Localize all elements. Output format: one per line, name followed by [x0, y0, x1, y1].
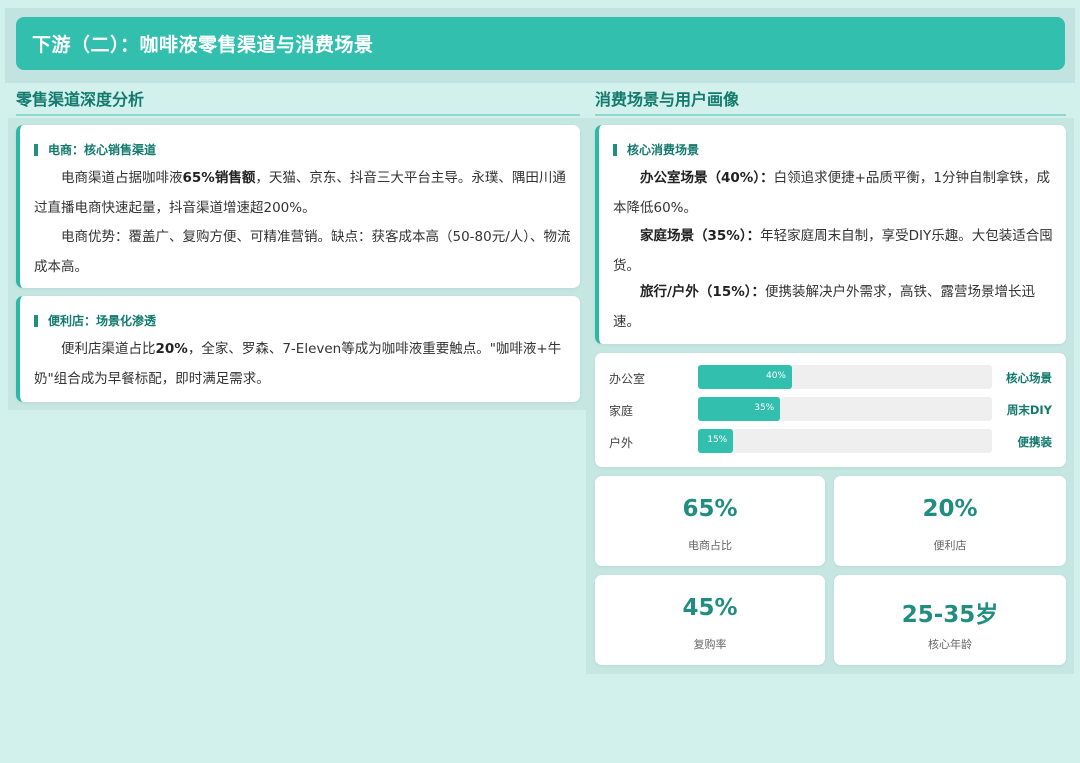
bar-row: 家庭 35% 周末DIY	[595, 397, 1066, 423]
bar-fill: 15%	[698, 429, 734, 453]
bar-label: 办公室	[609, 372, 646, 386]
heading-marker-icon	[613, 143, 617, 156]
bar-tag: 周末DIY	[1006, 403, 1052, 417]
convenience-heading-text: 便利店：场景化渗透	[48, 314, 157, 328]
left-section-title: 零售渠道深度分析	[16, 90, 145, 109]
stat-value: 20%	[922, 496, 978, 522]
scenes-card-heading: 核心消费场景	[613, 141, 699, 158]
heading-marker-icon	[34, 143, 38, 156]
right-section-title: 消费场景与用户画像	[595, 90, 740, 109]
home-scene-title: 家庭场景（35%）：	[640, 228, 761, 244]
scenes-heading-text: 核心消费场景	[627, 143, 700, 157]
office-scene-text: 办公室场景（40%）：白领追求便捷+品质平衡，1分钟自制拿铁，成本降低60%。	[613, 163, 1058, 223]
stat-label: 核心年龄	[928, 638, 972, 651]
stat-card-ecommerce: 65% 电商占比	[595, 476, 825, 566]
bar-track: 40%	[698, 365, 992, 389]
page-title: 下游（二）：咖啡液零售渠道与消费场景	[32, 34, 374, 56]
travel-scene-text: 旅行/户外（15%）：便携装解决户外需求，高铁、露营场景增长迅速。	[613, 277, 1058, 337]
convenience-store-card: 便利店：场景化渗透 便利店渠道占比20%，全家、罗森、7-Eleven等成为咖啡…	[16, 296, 580, 402]
heading-marker-icon	[34, 314, 38, 327]
ecommerce-card-heading: 电商：核心销售渠道	[34, 141, 156, 158]
stat-label: 电商占比	[688, 539, 732, 552]
ecommerce-card: 电商：核心销售渠道 电商渠道占据咖啡液65%销售额，天猫、京东、抖音三大平台主导…	[16, 125, 580, 288]
ecommerce-p1-pre: 电商渠道占据咖啡液	[61, 170, 183, 186]
bar-fill: 35%	[698, 397, 781, 421]
consumption-scenes-card: 核心消费场景 办公室场景（40%）：白领追求便捷+品质平衡，1分钟自制拿铁，成本…	[595, 125, 1066, 344]
bar-tag: 核心场景	[1006, 371, 1052, 385]
ecommerce-paragraph-2: 电商优势：覆盖广、复购方便、可精准营销。缺点：获客成本高（50-80元/人）、物…	[34, 229, 571, 275]
bars-container: 办公室 40% 核心场景家庭 35% 周末DIY 户外 15% 便携装	[595, 365, 1066, 479]
stat-value: 65%	[682, 496, 738, 522]
ecommerce-heading-text: 电商：核心销售渠道	[48, 143, 157, 157]
bar-label: 户外	[609, 436, 634, 450]
travel-scene-title: 旅行/户外（15%）：	[640, 284, 765, 300]
bar-fill: 40%	[698, 365, 792, 389]
right-section-divider	[595, 114, 1066, 116]
bar-track: 35%	[698, 397, 992, 421]
bar-value: 40%	[765, 371, 786, 381]
convenience-card-heading: 便利店：场景化渗透	[34, 312, 156, 329]
header-bar: 下游（二）：咖啡液零售渠道与消费场景	[16, 17, 1065, 70]
ecommerce-paragraph-1: 电商渠道占据咖啡液65%销售额，天猫、京东、抖音三大平台主导。永璞、隅田川通过直…	[34, 163, 574, 223]
bar-tag: 便携装	[1017, 435, 1053, 449]
convenience-p1-pre: 便利店渠道占比	[61, 341, 156, 357]
scene-share-bars: 办公室 40% 核心场景家庭 35% 周末DIY 户外 15% 便携装	[595, 353, 1066, 467]
ecommerce-share-highlight: 65%销售额	[182, 170, 256, 186]
left-section-divider	[16, 114, 580, 116]
bar-row: 户外 15% 便携装	[595, 429, 1066, 455]
bar-label: 家庭	[609, 404, 634, 418]
stat-label: 便利店	[933, 539, 967, 552]
stat-card-convenience: 20% 便利店	[834, 476, 1066, 566]
stat-card-repurchase: 45% 复购率	[595, 575, 825, 665]
stat-card-core-age: 25-35岁 核心年龄	[834, 575, 1066, 665]
convenience-paragraph: 便利店渠道占比20%，全家、罗森、7-Eleven等成为咖啡液重要触点。"咖啡液…	[34, 334, 574, 394]
home-scene-text: 家庭场景（35%）：年轻家庭周末自制，享受DIY乐趣。大包装适合囤货。	[613, 221, 1058, 281]
bar-value: 15%	[707, 435, 728, 445]
office-scene-title: 办公室场景（40%）：	[640, 170, 774, 186]
bar-row: 办公室 40% 核心场景	[595, 365, 1066, 391]
stat-value: 45%	[682, 595, 738, 621]
stat-label: 复购率	[693, 638, 727, 651]
convenience-share-highlight: 20%	[155, 341, 188, 357]
stat-value: 25-35岁	[901, 602, 999, 628]
bar-track: 15%	[698, 429, 992, 453]
bar-value: 35%	[754, 403, 775, 413]
